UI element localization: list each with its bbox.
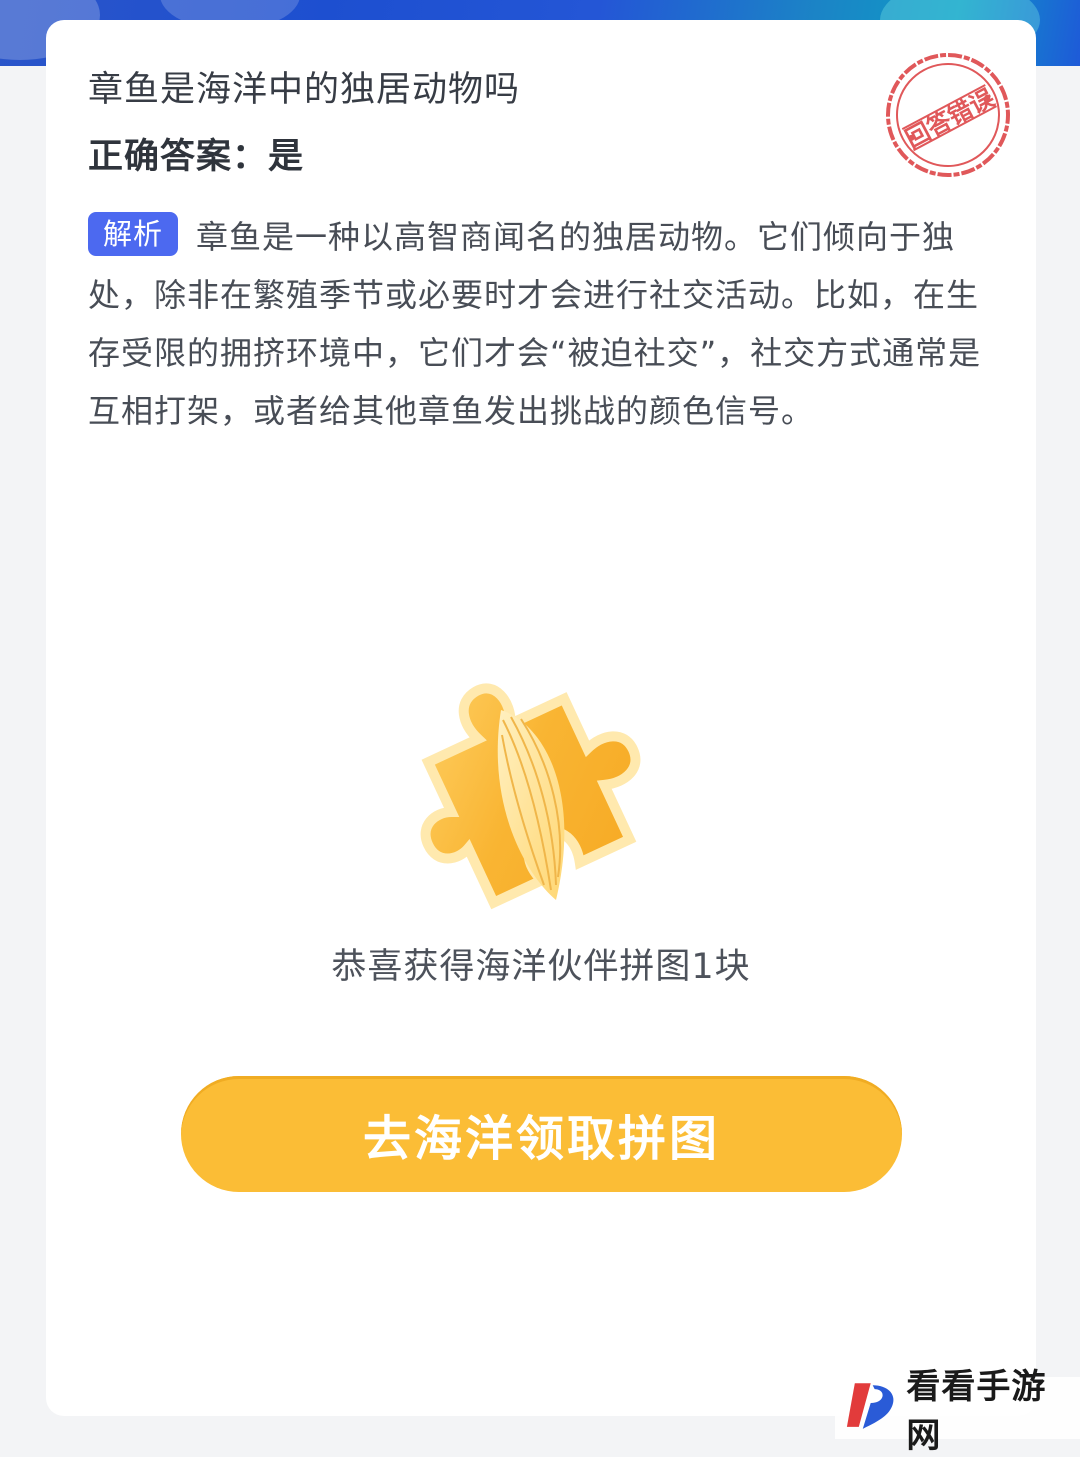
watermark-text: 看看手游网 xyxy=(906,1367,1047,1456)
watermark-logo xyxy=(846,1383,894,1429)
correct-answer: 正确答案：是 xyxy=(88,128,304,179)
site-watermark: 看看手游网 xyxy=(835,1367,1080,1456)
analysis-text: 章鱼是一种以高智商闻名的独居动物。它们倾向于独处，除非在繁殖季节或必要时才会进行… xyxy=(88,218,982,430)
analysis-section: 解析 章鱼是一种以高智商闻名的独居动物。它们倾向于独处，除非在繁殖季节或必要时才会… xyxy=(88,208,998,440)
puzzle-piece-icon xyxy=(420,683,641,910)
analysis-tag: 解析 xyxy=(88,212,179,256)
reward-message: 恭喜获得海洋伙伴拼图1块 xyxy=(331,947,751,987)
stamp-text: 回答错误 xyxy=(901,83,1000,153)
result-card: 章鱼是海洋中的独居动物吗 正确答案：是 回答错误 解析 章鱼是一种以高智商闻名的独… xyxy=(46,20,1036,1416)
claim-puzzle-button[interactable]: 去海洋领取拼图 xyxy=(181,1076,902,1192)
answer-label: 正确答案： xyxy=(88,137,269,177)
answer-value: 是 xyxy=(268,137,305,177)
wrong-answer-stamp: 回答错误 xyxy=(886,53,1010,177)
question-title: 章鱼是海洋中的独居动物吗 xyxy=(88,70,521,110)
